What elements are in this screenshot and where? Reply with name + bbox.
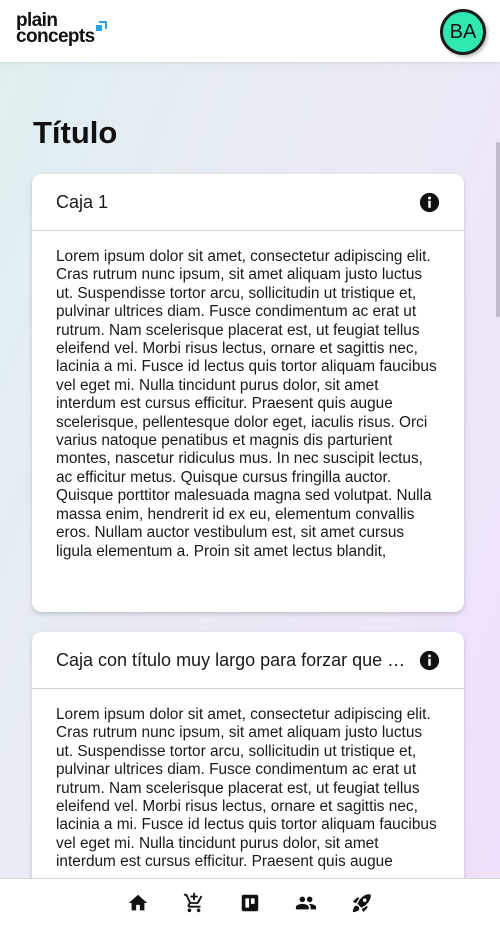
nav-rocket-button[interactable] xyxy=(350,891,374,915)
info-icon[interactable] xyxy=(419,192,440,213)
main-content[interactable]: Título Caja 1 Lorem ipsum dolor sit amet… xyxy=(0,62,500,878)
info-icon[interactable] xyxy=(419,650,440,671)
user-avatar[interactable]: BA xyxy=(440,9,486,55)
rocket-icon xyxy=(352,894,371,913)
bottom-navigation xyxy=(0,878,500,925)
kanban-board-icon xyxy=(241,894,259,912)
home-icon xyxy=(128,894,148,911)
page-title: Título xyxy=(33,115,118,150)
scrollbar-thumb[interactable] xyxy=(496,142,500,317)
card-title: Caja 1 xyxy=(56,191,109,212)
add-to-cart-icon xyxy=(183,892,203,913)
people-icon xyxy=(295,896,317,910)
nav-home-button[interactable] xyxy=(126,891,150,915)
plain-concepts-logo[interactable]: plain concepts xyxy=(16,11,107,47)
card: Caja 1 Lorem ipsum dolor sit amet, conse… xyxy=(32,174,464,612)
card-title: Caja con título muy largo para forzar qu… xyxy=(56,649,419,670)
card-header: Caja 1 xyxy=(32,174,464,231)
logo-accent-mark xyxy=(96,21,107,31)
card-body-text: Lorem ipsum dolor sit amet, consectetur … xyxy=(56,706,437,871)
nav-cart-button[interactable] xyxy=(182,891,206,915)
app-header: plain concepts BA xyxy=(0,0,500,62)
card: Caja con título muy largo para forzar qu… xyxy=(32,632,464,878)
card-body-text: Lorem ipsum dolor sit amet, consectetur … xyxy=(56,248,437,560)
nav-people-button[interactable] xyxy=(294,891,318,915)
card-header: Caja con título muy largo para forzar qu… xyxy=(32,632,464,689)
nav-board-button[interactable] xyxy=(238,891,262,915)
logo-text-line2: concepts xyxy=(16,26,95,47)
